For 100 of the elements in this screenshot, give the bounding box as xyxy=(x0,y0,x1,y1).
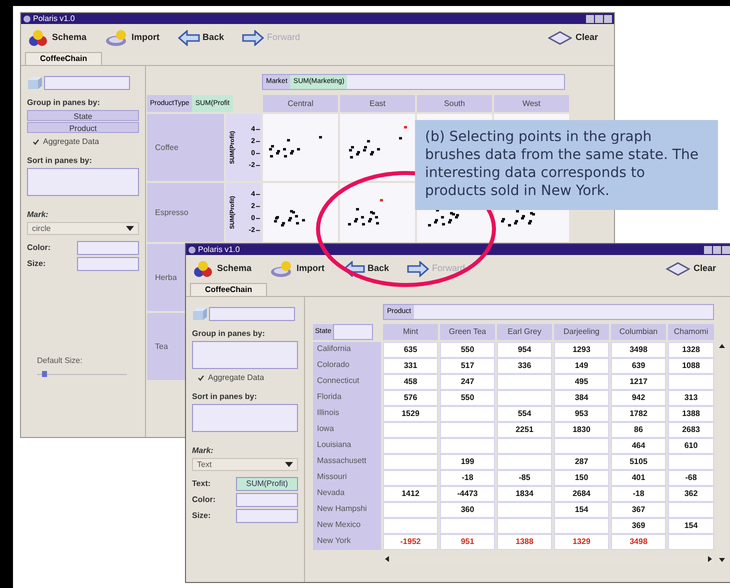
tab[interactable]: CoffeeChain xyxy=(25,52,102,65)
import-button[interactable]: Import xyxy=(104,29,160,47)
right-arrow-icon xyxy=(242,30,264,46)
row-header: Florida xyxy=(313,390,381,406)
table-cell: 1217 xyxy=(611,374,666,390)
app-icon xyxy=(23,14,31,22)
table-cell: 1388 xyxy=(668,406,714,422)
right-arrow-icon xyxy=(407,261,430,277)
up-arrow-icon[interactable] xyxy=(719,344,725,348)
table-cell: 1388 xyxy=(497,534,552,550)
import-button[interactable]: Import xyxy=(270,260,325,278)
table-cell: 287 xyxy=(554,454,609,470)
table-cell: 1782 xyxy=(611,406,666,422)
input-field[interactable] xyxy=(236,493,298,507)
tick-mark-icon xyxy=(256,230,260,231)
aggregate-checkbox[interactable]: Aggregate Data xyxy=(33,136,139,148)
table-cell: 554 xyxy=(497,406,552,422)
row-header: Coffee xyxy=(147,114,224,181)
column-header: East xyxy=(340,95,415,112)
label: Mark: xyxy=(192,446,214,456)
close-button[interactable] xyxy=(604,14,612,22)
right-arrow-icon[interactable] xyxy=(708,556,712,562)
slider-thumb[interactable] xyxy=(42,371,46,377)
table-cell: 154 xyxy=(668,518,714,534)
label: Size: xyxy=(27,259,46,269)
row-header: Nevada xyxy=(313,486,381,502)
tick-mark-icon xyxy=(256,206,260,207)
input-field[interactable] xyxy=(77,241,139,255)
down-arrow-icon[interactable] xyxy=(719,558,725,562)
table-cell: 1834 xyxy=(497,486,552,502)
cube-icon xyxy=(192,307,208,321)
input-field[interactable] xyxy=(27,168,139,196)
table-cell: 942 xyxy=(611,390,666,406)
table-cell: -1952 xyxy=(383,534,438,550)
mark-dropdown[interactable]: Text xyxy=(192,458,298,471)
minimize-button[interactable] xyxy=(586,14,594,22)
table-cell: 495 xyxy=(554,374,609,390)
table-cell: 5105 xyxy=(611,454,666,470)
maximize-button[interactable] xyxy=(595,14,603,22)
table-cell: 610 xyxy=(668,438,714,454)
input-field[interactable]: SUM(Profit) xyxy=(236,477,298,491)
table-cell: 639 xyxy=(611,358,666,374)
mark-dropdown[interactable]: circle xyxy=(27,222,139,235)
drop-field[interactable] xyxy=(333,324,373,340)
callout-tooltip: (b) Selecting points in the graph brushes data from the same state. The interesting data corresponds to products sold in New York. xyxy=(415,120,718,210)
back-button[interactable]: Back xyxy=(178,30,224,46)
schema-button[interactable]: Schema xyxy=(27,29,87,47)
clear-button[interactable]: Clear xyxy=(548,30,598,46)
minimize-button[interactable] xyxy=(704,246,712,254)
table-cell: 458 xyxy=(383,374,438,390)
table-cell: 635 xyxy=(383,342,438,358)
column-header: South xyxy=(417,95,492,112)
label: Color: xyxy=(27,243,51,253)
table-cell: 336 xyxy=(497,358,552,374)
input-field[interactable] xyxy=(192,404,298,432)
table-cell: 1293 xyxy=(554,342,609,358)
input-field[interactable] xyxy=(236,509,298,523)
row-header: Connecticut xyxy=(313,374,381,390)
table-cell: 517 xyxy=(440,358,495,374)
input-field[interactable] xyxy=(192,341,298,369)
table-cell: 576 xyxy=(383,390,438,406)
table-cell: 1412 xyxy=(383,486,438,502)
column-header: Darjeeling xyxy=(554,324,609,340)
disk-icon xyxy=(104,29,129,47)
row-header: Louisiana xyxy=(313,438,381,454)
tick-mark-icon xyxy=(256,194,260,195)
balls-icon xyxy=(27,29,49,47)
table-cell: 954 xyxy=(497,342,552,358)
column-header: Central xyxy=(263,95,338,112)
eraser-icon xyxy=(666,261,690,277)
row-header: Espresso xyxy=(147,183,224,242)
input-field[interactable] xyxy=(209,307,295,321)
size-slider[interactable] xyxy=(37,371,127,377)
tab[interactable]: CoffeeChain xyxy=(190,283,268,296)
table-cell: 313 xyxy=(668,390,714,406)
input-field[interactable] xyxy=(44,76,130,90)
tick-mark-icon xyxy=(256,165,260,166)
table-cell: 550 xyxy=(440,390,495,406)
shelf-pill[interactable]: Product xyxy=(27,122,139,133)
balls-icon xyxy=(192,260,214,278)
tick-mark-icon xyxy=(256,218,260,219)
table-cell: 550 xyxy=(440,342,495,358)
table-cell: 384 xyxy=(554,390,609,406)
table-cell: -85 xyxy=(497,470,552,486)
label: Text: xyxy=(192,479,211,489)
table-cell: 1830 xyxy=(554,422,609,438)
row-header: New York xyxy=(313,534,381,550)
input-field[interactable] xyxy=(77,257,139,271)
close-button[interactable] xyxy=(722,246,730,254)
table-cell: 2684 xyxy=(554,486,609,502)
label: Color: xyxy=(192,495,216,505)
table-cell: 1529 xyxy=(383,406,438,422)
back-button[interactable]: Back xyxy=(342,261,390,277)
tick-mark-icon xyxy=(256,153,260,154)
shelf-pill[interactable]: State xyxy=(27,110,139,121)
column-header: Mint xyxy=(383,324,438,340)
clear-button[interactable]: Clear xyxy=(666,261,716,277)
tick-mark-icon xyxy=(256,141,260,142)
maximize-button[interactable] xyxy=(713,246,721,254)
left-arrow-icon[interactable] xyxy=(385,556,389,562)
